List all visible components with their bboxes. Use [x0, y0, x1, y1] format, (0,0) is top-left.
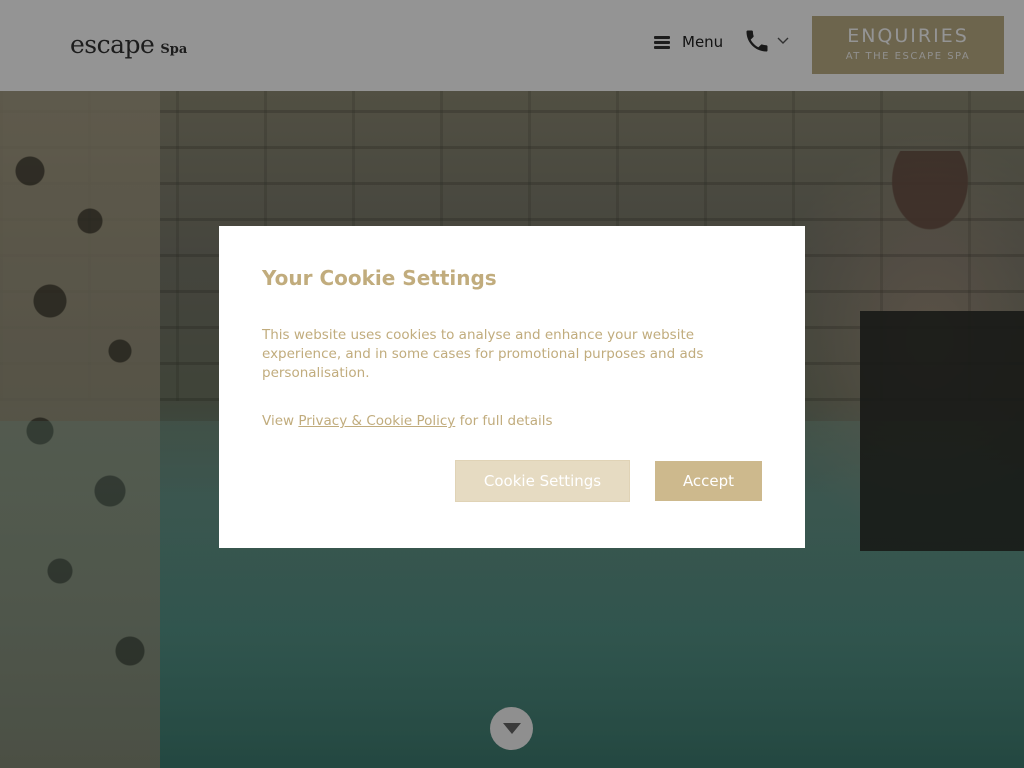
policy-suffix: for full details: [459, 413, 553, 429]
cookie-settings-button[interactable]: Cookie Settings: [455, 460, 630, 502]
privacy-policy-link[interactable]: Privacy & Cookie Policy: [298, 413, 455, 429]
page: escape Spa Menu ENQUIRIES AT THE ESCAPE S…: [0, 0, 1024, 768]
accept-button[interactable]: Accept: [655, 461, 762, 501]
dialog-description: This website uses cookies to analyse and…: [262, 327, 704, 381]
policy-prefix: View: [262, 413, 295, 429]
chevron-down-icon: [502, 723, 521, 734]
dialog-title: Your Cookie Settings: [262, 266, 497, 290]
cookie-settings-dialog: Your Cookie Settings This website uses c…: [219, 226, 805, 548]
scroll-down-button[interactable]: [490, 707, 533, 750]
policy-line: View Privacy & Cookie Policy for full de…: [262, 413, 762, 429]
